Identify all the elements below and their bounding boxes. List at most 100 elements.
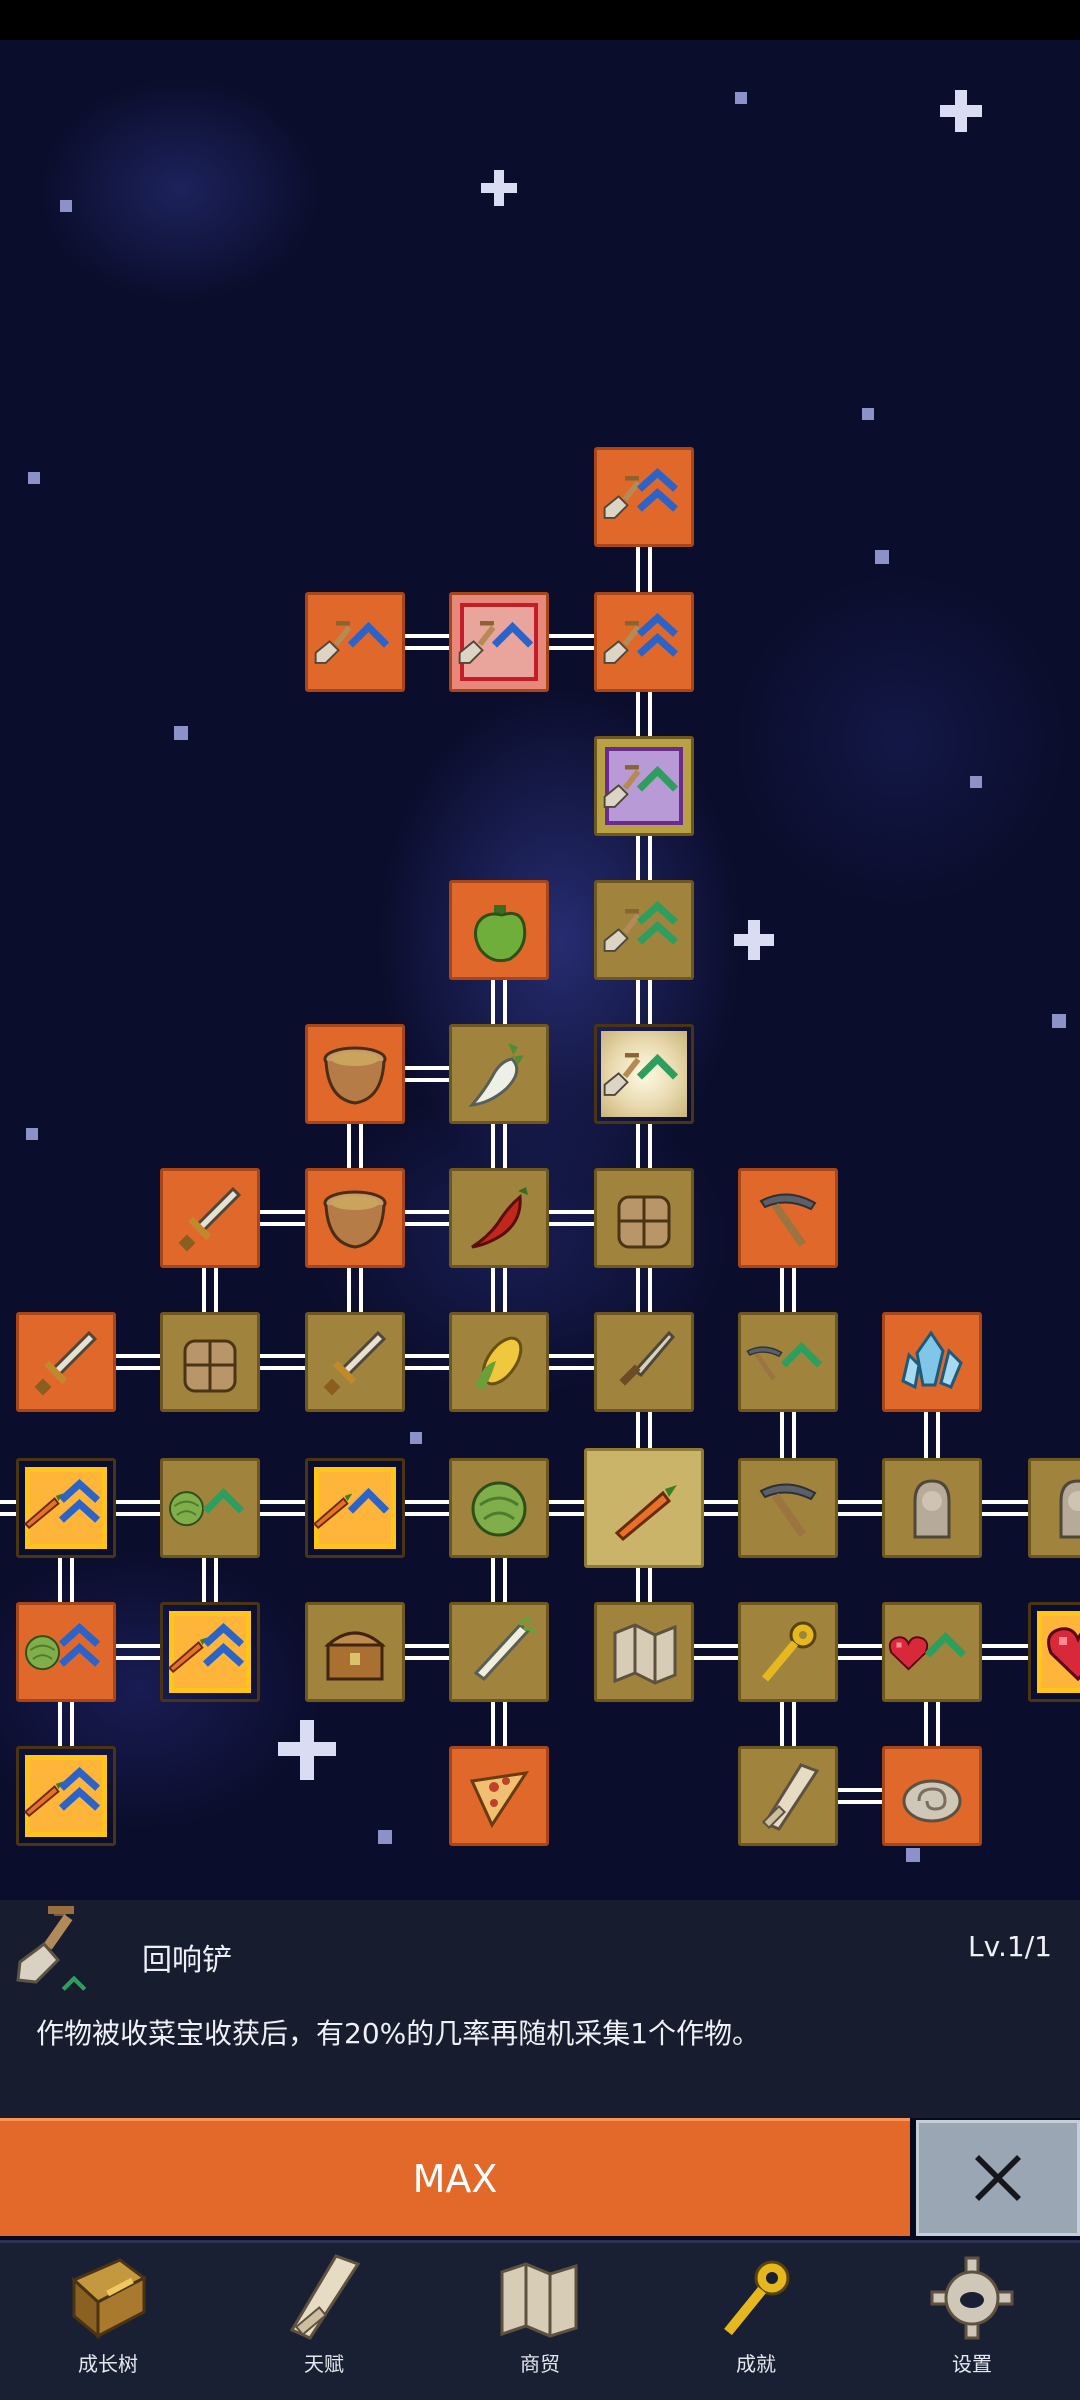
skill-link: [116, 1644, 160, 1660]
skill-node[interactable]: [16, 1746, 116, 1846]
skill-node[interactable]: [594, 880, 694, 980]
skill-node[interactable]: [160, 1602, 260, 1702]
skill-node[interactable]: [738, 1312, 838, 1412]
star: [60, 200, 72, 212]
skill-link: [58, 1702, 74, 1746]
close-button[interactable]: [916, 2120, 1080, 2236]
nav-trade[interactable]: 商贸: [432, 2250, 648, 2390]
chevron-up-icon: [924, 1631, 967, 1658]
star: [875, 550, 889, 564]
skill-node[interactable]: [882, 1312, 982, 1412]
nav-achievement[interactable]: 成就: [648, 2250, 864, 2390]
skill-node[interactable]: [160, 1458, 260, 1558]
skill-node[interactable]: [594, 1168, 694, 1268]
skill-node[interactable]: [160, 1312, 260, 1412]
nav-growth-tree[interactable]: 成长树: [0, 2250, 216, 2390]
skill-node[interactable]: [594, 447, 694, 547]
backpack-icon: [183, 1339, 237, 1393]
map-icon: [500, 2262, 578, 2338]
skill-node[interactable]: [594, 1312, 694, 1412]
skill-link: [116, 1354, 160, 1370]
skill-node[interactable]: [594, 736, 694, 836]
skill-link: [260, 1500, 305, 1516]
crystal-icon: [901, 1330, 963, 1390]
skill-link: [405, 1354, 449, 1370]
fossil-icon: [902, 1779, 962, 1823]
skill-link: [491, 1558, 507, 1602]
skill-link: [636, 692, 652, 736]
map-icon: [613, 1623, 677, 1685]
skill-link: [491, 1124, 507, 1168]
skill-node[interactable]: [449, 1602, 549, 1702]
skill-link: [549, 1210, 594, 1226]
skill-node[interactable]: [738, 1168, 838, 1268]
skill-node[interactable]: [16, 1602, 116, 1702]
skill-node[interactable]: [882, 1458, 982, 1558]
skill-node[interactable]: [738, 1458, 838, 1558]
skill-node[interactable]: [449, 1458, 549, 1558]
skill-link: [347, 1124, 363, 1168]
skill-link: [405, 1500, 449, 1516]
corn-icon: [476, 1336, 523, 1391]
skill-node[interactable]: [305, 1312, 405, 1412]
skill-node[interactable]: [882, 1746, 982, 1846]
heart-icon: [1047, 1627, 1080, 1682]
skill-node[interactable]: [449, 1168, 549, 1268]
star: [940, 105, 982, 117]
star: [28, 472, 40, 484]
skill-node[interactable]: [1028, 1602, 1080, 1702]
nav-settings[interactable]: 设置: [864, 2250, 1080, 2390]
skill-node[interactable]: [882, 1602, 982, 1702]
skill-node[interactable]: [305, 1602, 405, 1702]
skill-node[interactable]: [594, 592, 694, 692]
skill-node[interactable]: [449, 592, 549, 692]
skill-node[interactable]: [449, 1024, 549, 1124]
skill-node[interactable]: [594, 1602, 694, 1702]
skill-node[interactable]: [305, 592, 405, 692]
max-button[interactable]: MAX: [0, 2118, 910, 2236]
skill-node[interactable]: [305, 1458, 405, 1558]
skill-link: [780, 1412, 796, 1458]
backpack-icon: [617, 1195, 671, 1249]
star: [410, 1432, 422, 1444]
gear-icon: [930, 2256, 1014, 2340]
nav-talent[interactable]: 天赋: [216, 2250, 432, 2390]
chest-icon: [324, 1631, 386, 1681]
star: [278, 1742, 336, 1756]
skill-node[interactable]: [584, 1448, 704, 1568]
star: [734, 934, 774, 946]
star: [862, 408, 874, 420]
skill-link: [405, 634, 449, 650]
skill-link: [405, 1644, 449, 1660]
double-chevron-up-icon: [203, 1623, 244, 1667]
skill-link: [636, 547, 652, 592]
skill-node[interactable]: [16, 1458, 116, 1558]
pickaxe-icon: [759, 1483, 817, 1537]
skill-node[interactable]: [738, 1746, 838, 1846]
skill-link: [636, 836, 652, 880]
skill-node[interactable]: [738, 1602, 838, 1702]
skill-link: [116, 1500, 160, 1516]
skill-node[interactable]: [160, 1168, 260, 1268]
skill-link: [982, 1644, 1028, 1660]
radish-icon: [468, 1043, 524, 1107]
skill-node[interactable]: [449, 1312, 549, 1412]
skill-node[interactable]: [305, 1168, 405, 1268]
skill-node[interactable]: [1028, 1458, 1080, 1558]
skill-node[interactable]: [449, 880, 549, 980]
skill-link: [838, 1500, 882, 1516]
skill-link: [838, 1788, 882, 1804]
skill-link: [636, 980, 652, 1024]
sword-icon: [34, 1330, 98, 1396]
skill-link: [347, 1268, 363, 1312]
skill-link: [405, 1066, 449, 1082]
skill-node[interactable]: [305, 1024, 405, 1124]
skill-node[interactable]: [16, 1312, 116, 1412]
skill-link: [780, 1702, 796, 1746]
key-icon: [724, 2260, 790, 2336]
skill-node[interactable]: [449, 1746, 549, 1846]
skill-node[interactable]: [594, 1024, 694, 1124]
pizza-icon: [469, 1771, 530, 1829]
pepper-icon: [473, 905, 527, 963]
skill-link: [491, 1268, 507, 1312]
